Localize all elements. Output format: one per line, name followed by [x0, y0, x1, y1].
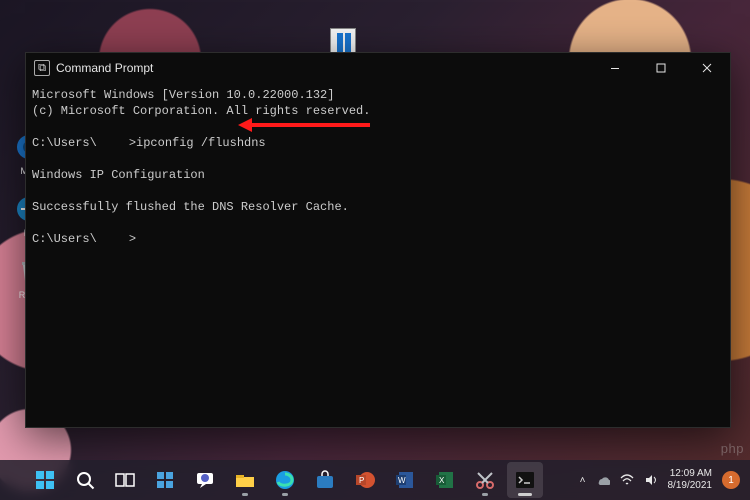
watermark: php: [721, 441, 744, 456]
task-view-button[interactable]: [107, 462, 143, 498]
powerpoint-button[interactable]: P: [347, 462, 383, 498]
notif-count: 1: [728, 475, 734, 486]
redacted-username: [97, 136, 129, 148]
svg-text:X: X: [439, 476, 445, 485]
terminal-line: Windows IP Configuration: [32, 168, 205, 182]
titlebar[interactable]: ⧉ Command Prompt: [26, 53, 730, 83]
terminal-line: (c) Microsoft Corporation. All rights re…: [32, 104, 370, 118]
powerpoint-icon: P: [354, 469, 376, 491]
time-text: 12:09 AM: [668, 468, 713, 480]
terminal-icon: [514, 469, 536, 491]
system-tray: ˄ 12:09 AM 8/19/2021 1: [570, 468, 750, 492]
edge-button[interactable]: [267, 462, 303, 498]
folder-icon: [234, 469, 256, 491]
task-view-icon: [114, 469, 136, 491]
window-controls: [592, 53, 730, 83]
tray-chevron[interactable]: ˄: [580, 475, 586, 486]
redacted-username: [97, 232, 129, 244]
close-button[interactable]: [684, 53, 730, 83]
store-button[interactable]: [307, 462, 343, 498]
clock[interactable]: 12:09 AM 8/19/2021: [668, 468, 713, 492]
date-text: 8/19/2021: [668, 480, 713, 492]
terminal-prompt: C:\Users\>ipconfig /flushdns: [32, 136, 266, 150]
notification-badge[interactable]: 1: [722, 471, 740, 489]
search-button[interactable]: [67, 462, 103, 498]
windows-logo-icon: [34, 469, 56, 491]
chat-icon: [194, 469, 216, 491]
minimize-icon: [610, 63, 620, 73]
terminal-line: Microsoft Windows [Version 10.0.22000.13…: [32, 88, 334, 102]
widgets-button[interactable]: [147, 462, 183, 498]
maximize-button[interactable]: [638, 53, 684, 83]
terminal-line: Successfully flushed the DNS Resolver Ca…: [32, 200, 349, 214]
svg-text:W: W: [398, 476, 406, 485]
terminal-output[interactable]: Microsoft Windows [Version 10.0.22000.13…: [26, 83, 730, 427]
chat-button[interactable]: [187, 462, 223, 498]
scissors-icon: [474, 469, 496, 491]
minimize-button[interactable]: [592, 53, 638, 83]
terminal-button[interactable]: [507, 462, 543, 498]
volume-icon[interactable]: [644, 473, 658, 487]
cmd-icon: ⧉: [34, 60, 50, 76]
wifi-icon[interactable]: [620, 473, 634, 487]
taskbar: P W X ˄ 12:09 AM 8/: [0, 460, 750, 500]
command-prompt-window: ⧉ Command Prompt Microsoft Windows [Vers…: [25, 52, 731, 428]
window-title: Command Prompt: [56, 61, 153, 75]
taskbar-center: P W X: [0, 462, 570, 498]
start-button[interactable]: [27, 462, 63, 498]
edge-icon: [274, 469, 296, 491]
maximize-icon: [656, 63, 666, 73]
desktop: Micr Ec Recy ⧉ Command Prompt: [0, 0, 750, 500]
search-icon: [74, 469, 96, 491]
terminal-prompt: C:\Users\>: [32, 232, 136, 246]
widgets-icon: [154, 469, 176, 491]
word-icon: W: [394, 469, 416, 491]
excel-icon: X: [434, 469, 456, 491]
file-explorer-button[interactable]: [227, 462, 263, 498]
onedrive-icon[interactable]: [596, 473, 610, 487]
excel-button[interactable]: X: [427, 462, 463, 498]
store-icon: [314, 469, 336, 491]
svg-text:P: P: [359, 476, 364, 485]
word-button[interactable]: W: [387, 462, 423, 498]
close-icon: [702, 63, 712, 73]
snipping-tool-button[interactable]: [467, 462, 503, 498]
